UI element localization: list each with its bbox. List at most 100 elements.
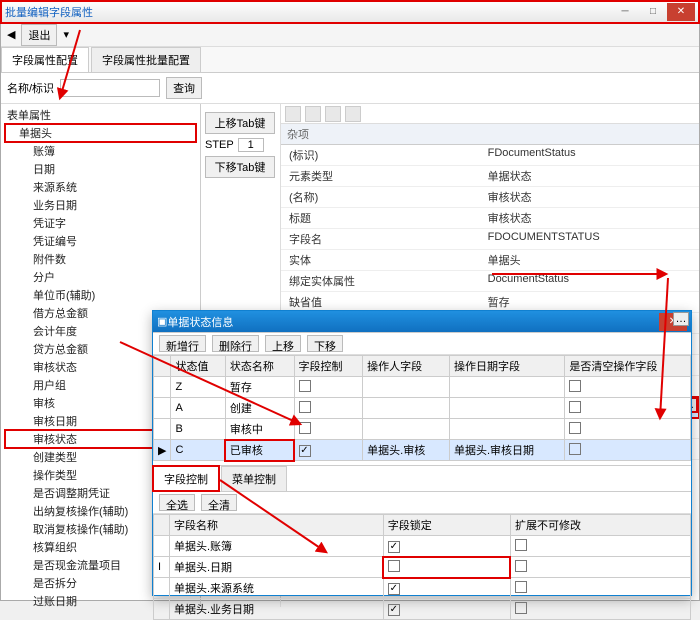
- prop-value[interactable]: 审核状态: [482, 208, 699, 228]
- checkbox[interactable]: ✓: [388, 604, 400, 616]
- ellipsis-button[interactable]: …: [673, 312, 689, 326]
- prop-row[interactable]: 元素类型单据状态: [281, 166, 699, 187]
- maximize-button[interactable]: □: [639, 3, 667, 21]
- up-button[interactable]: 上移: [265, 335, 301, 352]
- prop-category: 杂项: [281, 124, 699, 145]
- col-clear[interactable]: 是否清空操作字段: [565, 356, 691, 377]
- main-title-bar[interactable]: 批量编辑字段属性 ─ □ ✕: [1, 1, 699, 23]
- main-toolbar: ◀ 退出 ▾: [1, 23, 699, 47]
- checkbox[interactable]: [569, 443, 581, 455]
- status-dialog: ▣ 单据状态信息 ✕ 新增行 删除行 上移 下移 状态值 状态名称 字段控制 操…: [152, 310, 692, 596]
- checkbox[interactable]: [299, 401, 311, 413]
- prop-row[interactable]: (标识)FDocumentStatus: [281, 145, 699, 166]
- select-all-button[interactable]: 全选: [159, 494, 195, 511]
- checkbox[interactable]: [569, 422, 581, 434]
- checkbox[interactable]: [299, 422, 311, 434]
- table-row[interactable]: 单据头.来源系统✓: [154, 578, 691, 599]
- search-input[interactable]: [60, 79, 160, 97]
- tree-item[interactable]: 账簿: [5, 142, 196, 160]
- prop-row[interactable]: 标题审核状态: [281, 208, 699, 229]
- col-op-user[interactable]: 操作人字段: [363, 356, 450, 377]
- checkbox[interactable]: [515, 602, 527, 614]
- table-row[interactable]: Z暂存: [154, 377, 691, 398]
- gcol-name[interactable]: 字段名称: [170, 515, 384, 536]
- prop-value[interactable]: 单据状态: [482, 166, 699, 186]
- tab-field-ctrl[interactable]: 字段控制: [153, 466, 219, 491]
- prop-row[interactable]: 字段名FDOCUMENTSTATUS: [281, 229, 699, 250]
- table-row[interactable]: 单据头.业务日期✓: [154, 599, 691, 620]
- window-title: 批量编辑字段属性: [5, 4, 611, 20]
- checkbox[interactable]: [515, 560, 527, 572]
- prop-key: 字段名: [281, 229, 482, 249]
- clear-all-button[interactable]: 全清: [201, 494, 237, 511]
- col-status-name[interactable]: 状态名称: [225, 356, 294, 377]
- checkbox[interactable]: [515, 539, 527, 551]
- page-icon[interactable]: [325, 106, 341, 122]
- table-row[interactable]: I单据头.日期: [154, 557, 691, 578]
- tree-item[interactable]: 分户: [5, 268, 196, 286]
- field-lock-grid[interactable]: 字段名称 字段锁定 扩展不可修改 单据头.账簿✓I单据头.日期单据头.来源系统✓…: [153, 514, 691, 620]
- del-row-button[interactable]: 删除行: [212, 335, 259, 352]
- tree-item[interactable]: 日期: [5, 160, 196, 178]
- step-input[interactable]: [238, 138, 264, 152]
- prop-row[interactable]: (名称)审核状态: [281, 187, 699, 208]
- wrench-icon[interactable]: [345, 106, 361, 122]
- down-button[interactable]: 下移: [307, 335, 343, 352]
- prop-row[interactable]: 绑定实体属性DocumentStatus: [281, 271, 699, 292]
- dropdown-icon[interactable]: ▾: [63, 28, 69, 41]
- up-tab-button[interactable]: 上移Tab键: [205, 112, 275, 134]
- tree-item[interactable]: 凭证字: [5, 214, 196, 232]
- gcol-ext[interactable]: 扩展不可修改: [510, 515, 690, 536]
- col-status-value[interactable]: 状态值: [171, 356, 225, 377]
- add-row-button[interactable]: 新增行: [159, 335, 206, 352]
- table-row[interactable]: B审核中: [154, 419, 691, 440]
- back-icon[interactable]: ◀: [7, 28, 15, 41]
- table-row[interactable]: A创建: [154, 398, 691, 419]
- tab-field-config[interactable]: 字段属性配置: [1, 47, 89, 72]
- sub-tabs: 字段控制 菜单控制: [153, 465, 691, 492]
- sub-toolbar: 新增行 删除行 上移 下移: [153, 333, 691, 355]
- checkbox[interactable]: [388, 560, 400, 572]
- table-row[interactable]: 单据头.账簿✓: [154, 536, 691, 557]
- search-button[interactable]: 查询: [166, 77, 202, 99]
- tree-item[interactable]: 附件数: [5, 250, 196, 268]
- tree-item[interactable]: 来源系统: [5, 178, 196, 196]
- status-grid[interactable]: 状态值 状态名称 字段控制 操作人字段 操作日期字段 是否清空操作字段 Z暂存A…: [153, 355, 691, 461]
- prop-value[interactable]: 审核状态: [482, 187, 699, 207]
- prop-key: (标识): [281, 145, 482, 165]
- prop-key: 实体: [281, 250, 482, 270]
- col-field-ctrl[interactable]: 字段控制: [294, 356, 363, 377]
- prop-value[interactable]: 单据头: [482, 250, 699, 270]
- prop-value[interactable]: FDocumentStatus: [482, 145, 699, 165]
- tree-item[interactable]: 凭证编号: [5, 232, 196, 250]
- table-row[interactable]: ▶C已审核 …✓单据头.审核单据头.审核日期: [154, 440, 691, 461]
- az-icon[interactable]: [305, 106, 321, 122]
- sub-title-bar[interactable]: ▣ 单据状态信息 ✕: [153, 311, 691, 333]
- checkbox[interactable]: ✓: [299, 445, 311, 457]
- prop-value[interactable]: FDOCUMENTSTATUS: [482, 229, 699, 249]
- checkbox[interactable]: [299, 380, 311, 392]
- minimize-button[interactable]: ─: [611, 3, 639, 21]
- tree-item[interactable]: 业务日期: [5, 196, 196, 214]
- tab-batch-config[interactable]: 字段属性批量配置: [91, 47, 201, 72]
- checkbox[interactable]: [569, 401, 581, 413]
- tab-menu-ctrl[interactable]: 菜单控制: [221, 466, 287, 491]
- exit-button[interactable]: 退出: [21, 24, 57, 46]
- prop-value[interactable]: DocumentStatus: [482, 271, 699, 291]
- col-op-date[interactable]: 操作日期字段: [449, 356, 564, 377]
- prop-key: 绑定实体属性: [281, 271, 482, 291]
- checkbox[interactable]: [569, 380, 581, 392]
- close-button[interactable]: ✕: [667, 3, 695, 21]
- checkbox[interactable]: [515, 581, 527, 593]
- gcol-lock[interactable]: 字段锁定: [383, 515, 510, 536]
- tree-item[interactable]: 单位币(辅助): [5, 286, 196, 304]
- tree-billhead[interactable]: 单据头: [5, 124, 196, 142]
- prop-row[interactable]: 实体单据头: [281, 250, 699, 271]
- checkbox[interactable]: ✓: [388, 583, 400, 595]
- down-tab-button[interactable]: 下移Tab键: [205, 156, 275, 178]
- sort-icon[interactable]: [285, 106, 301, 122]
- checkbox[interactable]: ✓: [388, 541, 400, 553]
- tree-root[interactable]: 表单属性: [5, 106, 196, 124]
- search-row: 名称/标识 查询: [1, 73, 699, 104]
- prop-value[interactable]: 暂存: [482, 292, 699, 312]
